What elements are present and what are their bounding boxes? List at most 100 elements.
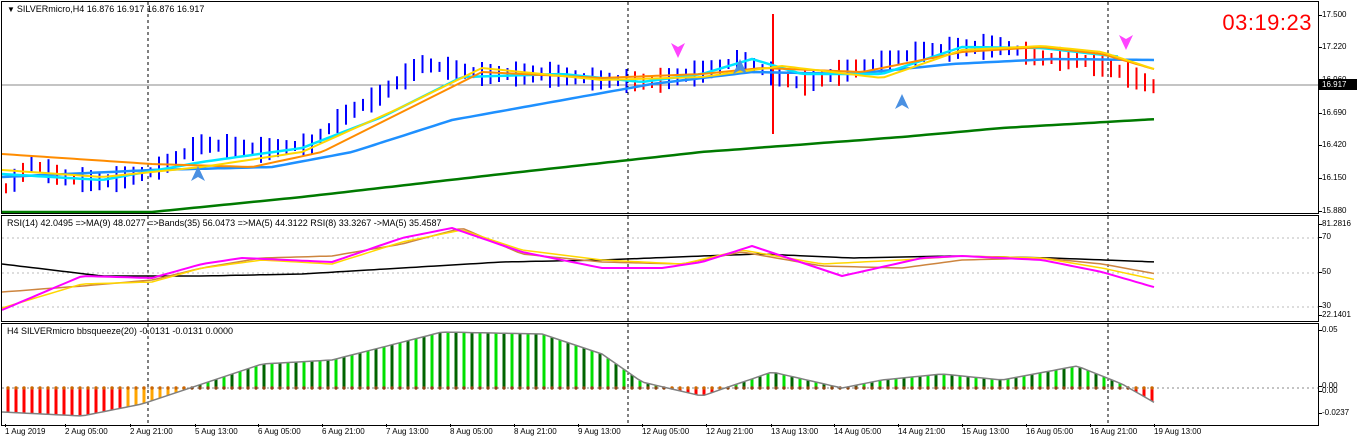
squeeze-dot [422,386,426,390]
rsi-tick: 30 [1319,301,1331,310]
sell-arrow-icon [671,43,685,58]
squeeze-dot [742,386,746,390]
squeeze-dot [1022,386,1026,390]
bbsqueeze-tick: 0.00 [1319,386,1338,395]
squeeze-dot [206,386,210,390]
squeeze-dot [814,386,818,390]
bbsqueeze-indicator-pane[interactable]: H4 SILVERmicro bbsqueeze(20) -0.0131 -0.… [1,323,1319,426]
squeeze-dot [582,386,586,390]
squeeze-dot [630,386,634,390]
squeeze-dot [686,386,690,390]
squeeze-dot [254,386,258,390]
bbsqueeze-indicator-label: H4 SILVERmicro bbsqueeze(20) -0.0131 -0.… [7,326,233,336]
squeeze-dot [870,386,874,390]
squeeze-dot [374,386,378,390]
time-tick: 14 Aug 05:00 [834,424,882,436]
squeeze-dot [102,386,106,390]
squeeze-dot [326,386,330,390]
squeeze-dot [974,386,978,390]
squeeze-dot [798,386,802,390]
squeeze-dot [1070,386,1074,390]
squeeze-dot [1102,386,1106,390]
squeeze-dot [822,386,826,390]
squeeze-dot [806,386,810,390]
squeeze-dot [70,386,74,390]
squeeze-dot [862,386,866,390]
buy-arrow-icon [895,94,909,109]
time-tick: 6 Aug 21:00 [322,424,365,436]
squeeze-dot [198,386,202,390]
price-tick: 15.880 [1318,206,1347,215]
squeeze-dot [118,386,122,390]
rsi-canvas[interactable] [2,216,1318,321]
price-chart-canvas[interactable] [2,2,1318,213]
squeeze-dot [150,386,154,390]
squeeze-dot [446,386,450,390]
rsi-tick: 81.2816 [1319,219,1351,228]
squeeze-dot [534,386,538,390]
squeeze-dot [982,386,986,390]
rsi-yellow-line [2,229,1155,309]
squeeze-dot [638,386,642,390]
squeeze-dot [774,386,778,390]
squeeze-dot [926,386,930,390]
squeeze-dot [486,386,490,390]
squeeze-dot [902,386,906,390]
time-tick: 14 Aug 21:00 [898,424,946,436]
squeeze-dot [414,386,418,390]
chart-symbol-label: ▼ SILVERmicro,H4 16.876 16.917 16.876 16.… [7,4,204,14]
squeeze-dot [54,386,58,390]
time-tick: 8 Aug 05:00 [450,424,493,436]
squeeze-dot [910,386,914,390]
squeeze-dot [1118,386,1122,390]
time-tick: 6 Aug 05:00 [258,424,301,436]
time-axis[interactable]: 1 Aug 2019 2 Aug 05:00 2 Aug 21:00 5 Aug… [0,424,1318,443]
time-tick: 16 Aug 05:00 [1026,424,1074,436]
bbsqueeze-canvas[interactable] [2,324,1318,425]
squeeze-dot [246,386,250,390]
squeeze-dot [62,386,66,390]
dropdown-triangle-icon[interactable]: ▼ [7,5,15,14]
squeeze-dot [1062,386,1066,390]
squeeze-dot [542,386,546,390]
squeeze-dot [958,386,962,390]
squeeze-dot [382,386,386,390]
squeeze-dot [694,386,698,390]
squeeze-dot [1086,386,1090,390]
squeeze-dot [142,386,146,390]
squeeze-dot [878,386,882,390]
squeeze-dot [110,386,114,390]
squeeze-dot [6,386,10,390]
ma-orange-line [2,46,1155,168]
squeeze-outline [2,331,1155,417]
time-tick: 2 Aug 05:00 [65,424,108,436]
squeeze-dot [158,386,162,390]
bbsqueeze-tick: -0.0237 [1318,408,1350,417]
squeeze-dot [270,386,274,390]
squeeze-dot [1094,386,1098,390]
time-tick: 12 Aug 21:00 [706,424,754,436]
squeeze-dot [734,386,738,390]
sell-arrow-icon [1119,35,1133,50]
squeeze-dot [262,386,266,390]
squeeze-dot [478,386,482,390]
squeeze-dot [598,386,602,390]
price-chart-pane[interactable]: ▼ SILVERmicro,H4 16.876 16.917 16.876 16.… [1,1,1319,214]
squeeze-dot [614,386,618,390]
squeeze-dot [606,386,610,390]
time-tick: 2 Aug 21:00 [130,424,173,436]
price-axis[interactable]: 17.500 17.220 16.960 16.690 16.420 16.15… [1318,1,1358,215]
squeeze-dot [574,386,578,390]
squeeze-dot [750,386,754,390]
squeeze-dot [398,386,402,390]
squeeze-dot [942,386,946,390]
ma-yellow-line [2,45,1155,178]
squeeze-dot [366,386,370,390]
rsi-indicator-pane[interactable]: RSI(14) 42.0495 =>MA(9) 48.0277 =>Bands(… [1,215,1319,322]
price-tick: 16.150 [1318,173,1347,182]
squeeze-dot [550,386,554,390]
squeeze-dot [350,386,354,390]
squeeze-dot [894,386,898,390]
squeeze-dot [758,386,762,390]
squeeze-dot [94,386,98,390]
